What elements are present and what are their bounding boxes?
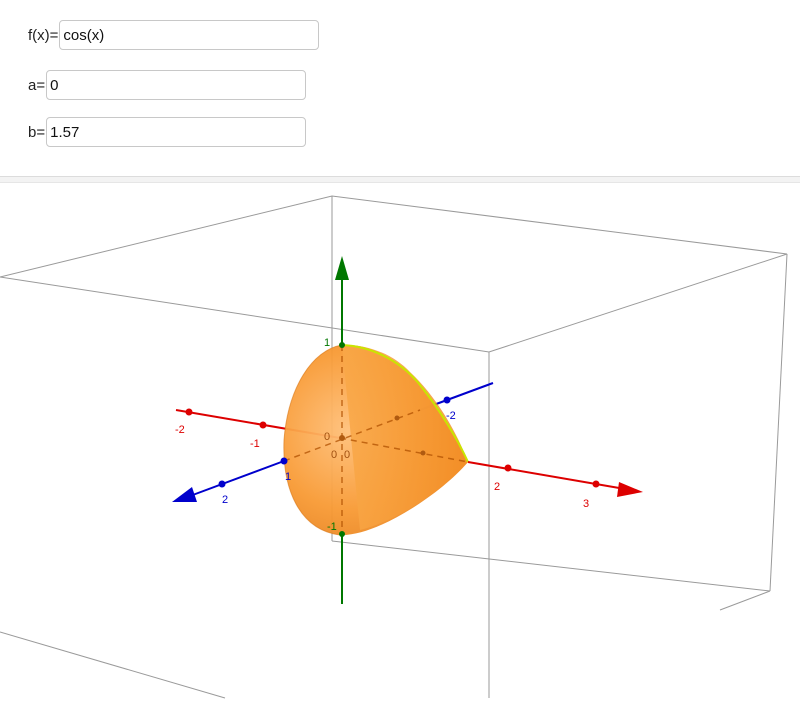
input-panel: f(x)= a= b= bbox=[0, 0, 800, 176]
graphics-3d-view[interactable]: -2 -1 2 3 -2 1 2 1 -1 0 0 0 bbox=[0, 184, 800, 700]
x-tick-label: 3 bbox=[583, 498, 589, 510]
function-label: f(x)= bbox=[28, 26, 59, 44]
surface-cone bbox=[342, 344, 468, 530]
a-label: a= bbox=[28, 76, 46, 94]
origin-label: 0 bbox=[331, 449, 337, 461]
panel-divider[interactable] bbox=[0, 176, 800, 183]
graphics-canvas[interactable]: -2 -1 2 3 -2 1 2 1 -1 0 0 0 bbox=[0, 184, 800, 700]
y-tick-label: -2 bbox=[446, 410, 456, 422]
y-axis-arrow bbox=[172, 487, 197, 502]
x-tick-label: -2 bbox=[175, 424, 185, 436]
x-axis-arrow bbox=[617, 482, 643, 497]
b-input-row: b= bbox=[28, 117, 307, 147]
solid-of-revolution bbox=[283, 344, 469, 536]
function-input-row: f(x)= bbox=[28, 20, 320, 50]
origin-label: 0 bbox=[344, 449, 350, 461]
y-axis-front bbox=[189, 460, 285, 497]
origin-label: 0 bbox=[324, 431, 330, 443]
z-tick-label: 1 bbox=[324, 337, 330, 349]
z-axis-arrow bbox=[335, 256, 349, 280]
b-label: b= bbox=[28, 123, 46, 141]
a-input[interactable] bbox=[46, 70, 307, 100]
y-tick-label: 2 bbox=[222, 494, 228, 506]
b-input[interactable] bbox=[46, 117, 307, 147]
x-tick-label: -1 bbox=[250, 438, 260, 450]
a-input-row: a= bbox=[28, 70, 307, 100]
x-axis-front bbox=[467, 461, 626, 490]
x-tick-label: 2 bbox=[494, 481, 500, 493]
y-tick-label: 1 bbox=[285, 471, 291, 483]
function-input[interactable] bbox=[59, 20, 320, 50]
z-tick-label: -1 bbox=[327, 521, 337, 533]
